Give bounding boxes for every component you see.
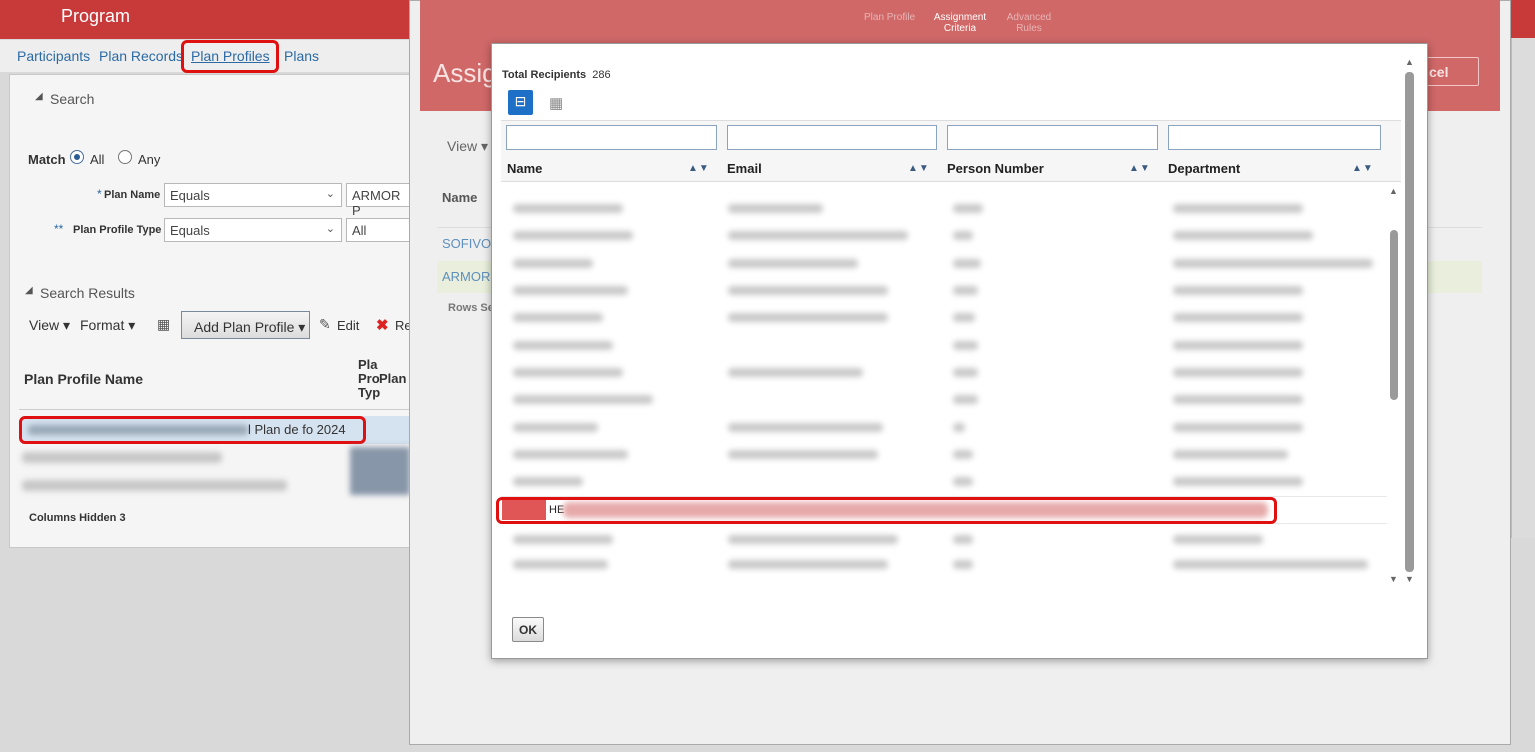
profile-type-operator-select[interactable]: Equals ⌄ bbox=[164, 218, 342, 242]
col-type-line1: Pla bbox=[358, 357, 378, 372]
collapse-search-icon[interactable]: ◢ bbox=[35, 91, 43, 102]
table-row[interactable] bbox=[503, 531, 1383, 551]
col-type-line2: Pro bbox=[358, 371, 380, 386]
filter-email-input[interactable] bbox=[727, 125, 937, 150]
format-menu[interactable]: Format ▾ bbox=[80, 317, 135, 334]
col-person-number[interactable]: Person Number bbox=[947, 161, 1044, 176]
col-type-line3: Typ bbox=[358, 385, 381, 400]
plan-name-label: Plan Name bbox=[104, 189, 161, 201]
ok-button[interactable]: OK bbox=[512, 617, 544, 642]
underlying-col-name: Name bbox=[442, 190, 478, 205]
chevron-down-icon: ⌄ bbox=[325, 188, 335, 200]
highlight-plan-profiles-tab bbox=[181, 40, 279, 73]
columns-hidden-label: Columns Hidden 3 bbox=[29, 512, 126, 524]
blurred-row bbox=[350, 447, 410, 495]
tab-participants[interactable]: Participants bbox=[17, 48, 90, 64]
match-any-label: Any bbox=[138, 152, 161, 167]
underlying-rows-selected: Rows Se bbox=[448, 302, 494, 314]
train-step-plan-profile[interactable]: Plan Profile bbox=[864, 12, 915, 23]
table-row[interactable] bbox=[503, 309, 1383, 329]
table-row[interactable] bbox=[503, 391, 1383, 411]
modal-scroll-up-icon[interactable]: ▲ bbox=[1405, 57, 1414, 67]
underlying-row-armor[interactable]: ARMOR bbox=[442, 269, 490, 284]
app-title: Program bbox=[61, 6, 131, 26]
remove-icon[interactable]: ✖ bbox=[376, 316, 389, 334]
plan-name-operator-select[interactable]: Equals ⌄ bbox=[164, 183, 342, 207]
col-plan-profile-name[interactable]: Plan Profile Name bbox=[24, 371, 143, 387]
required-double-marker: ** bbox=[54, 222, 64, 236]
table-row[interactable] bbox=[503, 446, 1383, 466]
view-menu[interactable]: View ▾ bbox=[29, 317, 70, 334]
plan-profile-type-label: Plan Profile Type bbox=[73, 224, 162, 236]
freeze-icon[interactable]: ▦ bbox=[157, 316, 170, 333]
table-row[interactable] bbox=[503, 364, 1383, 384]
inner-scroll-down-icon[interactable]: ▼ bbox=[1389, 574, 1398, 584]
add-plan-profile-button[interactable]: Add Plan Profile ▾ bbox=[181, 311, 310, 339]
results-header: Search Results bbox=[40, 285, 135, 301]
table-row[interactable] bbox=[503, 227, 1383, 247]
inner-scroll-up-icon[interactable]: ▲ bbox=[1389, 186, 1398, 196]
sort-person-number-icon[interactable]: ▲▼ bbox=[1129, 163, 1151, 174]
assign-dialog-title: Assig bbox=[433, 58, 497, 88]
plan-name-input[interactable]: ARMOR P bbox=[346, 183, 410, 218]
match-label: Match bbox=[28, 152, 66, 167]
table-row[interactable] bbox=[503, 337, 1383, 357]
col-email[interactable]: Email bbox=[727, 161, 762, 176]
table-row[interactable] bbox=[503, 200, 1383, 220]
match-any-radio[interactable] bbox=[118, 150, 132, 164]
chevron-down-icon: ⌄ bbox=[325, 223, 335, 235]
modal-scrollbar-thumb[interactable] bbox=[1405, 72, 1414, 572]
table-row[interactable] bbox=[503, 473, 1383, 493]
table-row[interactable] bbox=[503, 282, 1383, 302]
col-name[interactable]: Name bbox=[507, 161, 542, 176]
col-department[interactable]: Department bbox=[1168, 161, 1240, 176]
sort-department-icon[interactable]: ▲▼ bbox=[1352, 163, 1374, 174]
freeze-columns-icon[interactable]: ▦ bbox=[549, 94, 563, 112]
table-row[interactable] bbox=[503, 419, 1383, 439]
train-step-advanced[interactable]: Advanced Rules bbox=[1003, 12, 1055, 34]
sort-name-icon[interactable]: ▲▼ bbox=[688, 163, 710, 174]
highlight-recipient-row bbox=[496, 497, 1277, 524]
total-recipients: Total Recipients 286 bbox=[502, 69, 611, 81]
profile-type-input[interactable]: All bbox=[346, 218, 410, 242]
filter-person-number-input[interactable] bbox=[947, 125, 1158, 150]
underlying-row-sofivo[interactable]: SOFIVO bbox=[442, 236, 491, 251]
train-step-assignment[interactable]: Assignment Criteria bbox=[930, 12, 990, 34]
tab-plan-records[interactable]: Plan Records bbox=[99, 48, 183, 64]
tab-plans[interactable]: Plans bbox=[284, 48, 319, 64]
required-marker: * bbox=[97, 187, 102, 201]
sort-email-icon[interactable]: ▲▼ bbox=[908, 163, 930, 174]
filter-department-input[interactable] bbox=[1168, 125, 1381, 150]
match-all-label: All bbox=[90, 152, 105, 167]
col-plan: Plan bbox=[379, 371, 407, 386]
blurred-row bbox=[22, 452, 222, 463]
underlying-view-menu[interactable]: View ▾ bbox=[447, 138, 488, 155]
collapse-results-icon[interactable]: ◢ bbox=[25, 285, 33, 296]
inner-scrollbar-thumb[interactable] bbox=[1390, 230, 1398, 400]
query-by-example-icon[interactable]: ⊟ bbox=[508, 90, 533, 115]
match-all-radio[interactable] bbox=[70, 150, 84, 164]
page-side-panel bbox=[1511, 38, 1535, 538]
search-header: Search bbox=[50, 91, 95, 107]
table-row[interactable] bbox=[503, 255, 1383, 275]
modal-scroll-down-icon[interactable]: ▼ bbox=[1405, 574, 1414, 584]
edit-icon[interactable]: ✎ bbox=[319, 316, 331, 333]
edit-button[interactable]: Edit bbox=[337, 318, 359, 333]
blurred-row bbox=[22, 480, 287, 491]
highlight-selected-row bbox=[19, 416, 366, 444]
filter-name-input[interactable] bbox=[506, 125, 717, 150]
table-row[interactable] bbox=[503, 556, 1383, 576]
